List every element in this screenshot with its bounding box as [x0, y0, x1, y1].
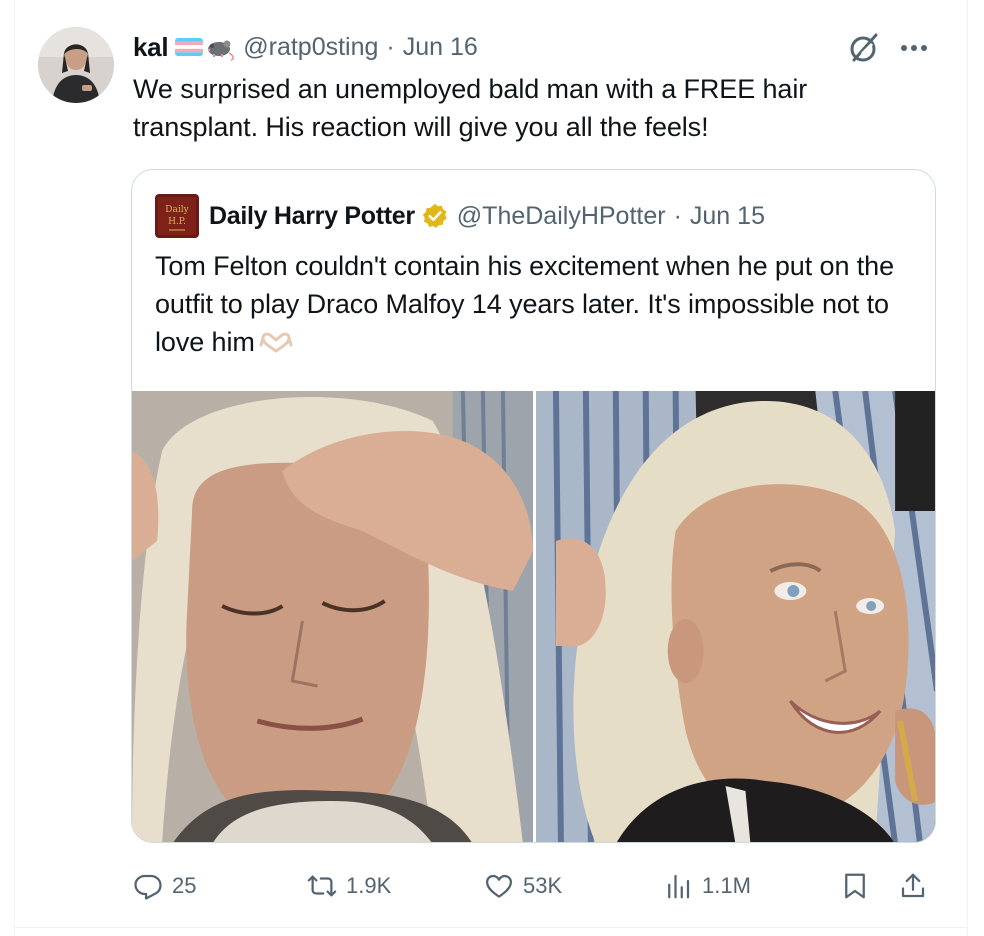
- separator: ·: [673, 201, 682, 230]
- photo-left[interactable]: [132, 391, 533, 842]
- author-handle[interactable]: @ratp0sting: [243, 33, 378, 62]
- like-button[interactable]: 53K: [484, 866, 562, 906]
- quoted-tweet-text: Tom Felton couldn't contain his exciteme…: [155, 247, 915, 361]
- bookmark-icon: [845, 873, 865, 899]
- views-button[interactable]: 1.1M: [663, 866, 751, 906]
- tweet-text: We surprised an unemployed bald man with…: [133, 74, 808, 142]
- views-count: 1.1M: [702, 873, 751, 898]
- quoted-avatar[interactable]: Daily H.P.: [155, 194, 199, 238]
- reply-count: 25: [172, 873, 197, 898]
- post-date[interactable]: Jun 16: [403, 33, 478, 62]
- tweet-header: kal @ratp0sting · Jun 16: [133, 30, 478, 64]
- repost-icon: [307, 875, 337, 897]
- share-icon: [901, 873, 925, 898]
- repost-count: 1.9K: [346, 873, 392, 898]
- quoted-tweet[interactable]: Daily H.P. Daily Harry Potter @TheDailyH…: [131, 169, 936, 843]
- divider: [14, 927, 968, 928]
- quoted-author-handle[interactable]: @TheDailyHPotter: [457, 202, 666, 231]
- grok-icon[interactable]: [846, 30, 882, 66]
- like-count: 53K: [523, 873, 563, 898]
- reply-icon: [134, 874, 162, 900]
- share-button[interactable]: [898, 866, 928, 906]
- photo-right[interactable]: [536, 391, 935, 842]
- trans-flag-icon: [175, 38, 204, 56]
- heart-hands-icon: [259, 325, 293, 353]
- reply-button[interactable]: 25: [133, 866, 196, 906]
- avatar[interactable]: [38, 27, 114, 103]
- views-chart-icon: [668, 874, 690, 899]
- quoted-author-name[interactable]: Daily Harry Potter: [209, 202, 415, 231]
- bookmark-button[interactable]: [840, 866, 870, 906]
- author-name[interactable]: kal: [133, 32, 169, 63]
- quoted-post-date[interactable]: Jun 15: [690, 202, 765, 231]
- svg-text:Daily: Daily: [165, 205, 189, 215]
- rat-icon: [205, 33, 235, 61]
- heart-icon: [486, 874, 512, 898]
- repost-button[interactable]: 1.9K: [307, 866, 391, 906]
- separator: ·: [386, 32, 395, 61]
- svg-text:H.P.: H.P.: [168, 217, 186, 227]
- media-grid: [132, 391, 935, 842]
- verified-badge-icon: [421, 202, 449, 230]
- action-bar: 25 1.9K 53K 1.1M: [0, 866, 984, 906]
- more-dots-icon[interactable]: [896, 34, 932, 62]
- quoted-tweet-header: Daily H.P. Daily Harry Potter @TheDailyH…: [155, 194, 765, 238]
